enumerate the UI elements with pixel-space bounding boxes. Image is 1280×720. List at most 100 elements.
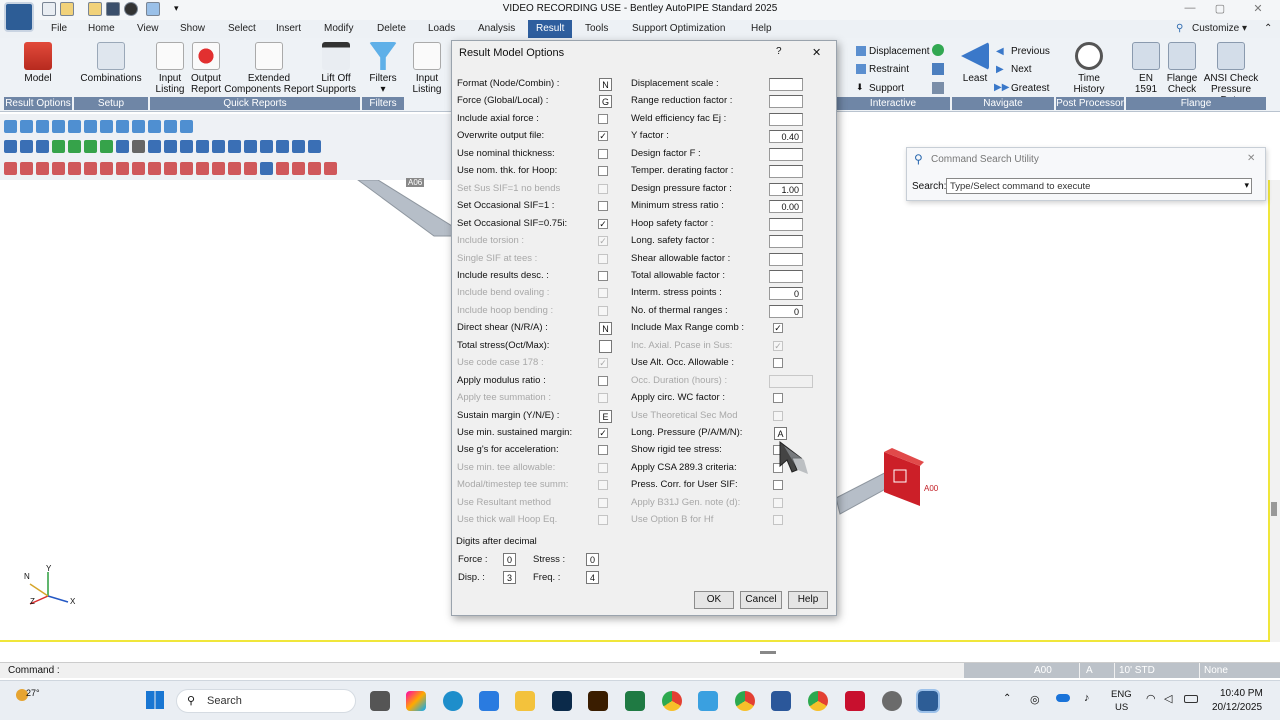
align-icon[interactable] — [20, 119, 33, 133]
vertical-scrollbar[interactable] — [1270, 180, 1280, 642]
zoom-out-icon[interactable] — [20, 139, 33, 153]
arrow-down-icon[interactable] — [100, 139, 113, 153]
zoom-in-icon[interactable] — [4, 139, 17, 153]
snubber-icon[interactable] — [148, 161, 161, 175]
start-icon[interactable] — [146, 691, 164, 709]
right-option-value-field[interactable] — [769, 235, 803, 249]
align-icon[interactable] — [84, 119, 97, 133]
view-icon[interactable] — [276, 139, 289, 153]
tab-analysis[interactable]: Analysis — [478, 23, 515, 34]
load-icon[interactable] — [212, 161, 225, 175]
digits-stress-field[interactable]: 0 — [586, 553, 599, 566]
left-option-checkbox[interactable] — [598, 113, 608, 124]
right-option-value-field[interactable]: 0 — [769, 304, 803, 318]
tab-insert[interactable]: Insert — [276, 23, 301, 34]
print-icon[interactable] — [132, 139, 145, 153]
close-icon[interactable]: ✕ — [812, 46, 821, 59]
tab-delete[interactable]: Delete — [377, 23, 406, 34]
right-option-value-field[interactable] — [769, 147, 803, 161]
right-option-value-field[interactable]: 0 — [769, 287, 803, 301]
right-option-checkbox[interactable]: ✓ — [773, 323, 783, 334]
joint-icon[interactable] — [196, 161, 209, 175]
right-option-value-field[interactable]: 1.00 — [769, 182, 803, 196]
view-icon[interactable] — [196, 139, 209, 153]
zoom-window-icon[interactable] — [36, 139, 49, 153]
search-icon[interactable]: ⚲ — [1176, 23, 1183, 34]
left-option-code-field[interactable] — [599, 339, 612, 353]
view-icon[interactable] — [212, 139, 225, 153]
interactive-settings-icon[interactable] — [932, 63, 944, 75]
frame-icon[interactable] — [276, 161, 289, 175]
digits-force-field[interactable]: 0 — [503, 553, 516, 566]
scrollbar-thumb[interactable] — [1271, 502, 1277, 516]
right-option-value-field[interactable]: 0.00 — [769, 200, 803, 214]
arrow-up-icon[interactable] — [84, 139, 97, 153]
greatest-button[interactable]: Greatest — [1011, 83, 1049, 94]
view-icon[interactable] — [244, 139, 257, 153]
filters-button[interactable]: Filters ▾ — [366, 42, 400, 95]
tab-show[interactable]: Show — [180, 23, 205, 34]
tab-home[interactable]: Home — [88, 23, 115, 34]
left-option-checkbox[interactable]: ✓ — [598, 428, 608, 438]
hanger-icon[interactable] — [132, 161, 145, 175]
align-icon[interactable] — [132, 119, 145, 133]
align-icon[interactable] — [4, 119, 17, 133]
right-option-value-field[interactable] — [769, 165, 803, 179]
arrow-left-icon[interactable] — [52, 139, 65, 153]
water-icon[interactable] — [260, 161, 273, 175]
combinations-button[interactable]: Combinations — [78, 42, 144, 84]
view-icon[interactable] — [228, 139, 241, 153]
previous-button[interactable]: Previous — [1011, 46, 1050, 57]
right-option-value-field[interactable] — [769, 269, 803, 283]
time-history-button[interactable]: Time History — [1064, 42, 1114, 95]
view-icon[interactable] — [148, 139, 161, 153]
volume-icon[interactable]: ◁ — [1164, 692, 1172, 705]
customize-chevron-icon[interactable]: ▾ — [1242, 23, 1247, 34]
digits-disp-field[interactable]: 3 — [503, 571, 516, 584]
wifi-icon[interactable]: ◠ — [1146, 692, 1156, 705]
left-option-checkbox[interactable]: ✓ — [598, 131, 608, 142]
arrow-right-icon[interactable] — [68, 139, 81, 153]
right-option-code-field[interactable]: A — [774, 427, 787, 440]
align-icon[interactable] — [164, 119, 177, 133]
view-icon[interactable] — [292, 139, 305, 153]
left-option-code-field[interactable]: N — [599, 322, 612, 336]
align-icon[interactable] — [148, 119, 161, 133]
beam-icon[interactable] — [180, 161, 193, 175]
anchor-icon[interactable] — [116, 161, 129, 175]
lift-off-supports-button[interactable]: Lift Off Supports — [314, 42, 358, 95]
autopipe-icon[interactable] — [916, 689, 940, 713]
left-option-code-field[interactable]: G — [599, 95, 612, 109]
left-option-checkbox[interactable] — [598, 445, 608, 456]
tab-view[interactable]: View — [137, 23, 159, 34]
left-option-checkbox[interactable] — [598, 270, 608, 281]
digits-freq-field[interactable]: 4 — [586, 571, 599, 584]
customize-menu[interactable]: Customize — [1192, 23, 1239, 34]
app-logo-icon[interactable] — [4, 2, 34, 32]
view-icon[interactable] — [164, 139, 177, 153]
input-listing-2-button[interactable]: Input Listing — [410, 42, 444, 95]
tab-loads[interactable]: Loads — [428, 23, 455, 34]
chrome-icon[interactable] — [735, 691, 755, 711]
align-icon[interactable] — [68, 119, 81, 133]
left-option-code-field[interactable]: E — [599, 409, 612, 423]
least-button[interactable]: Least — [958, 42, 992, 84]
right-option-value-field[interactable] — [769, 252, 803, 266]
left-option-checkbox[interactable] — [598, 148, 608, 159]
minimize-icon[interactable]: — — [1180, 2, 1200, 18]
file-explorer-icon[interactable] — [515, 691, 535, 711]
tab-help[interactable]: Help — [751, 23, 772, 34]
left-option-checkbox[interactable] — [598, 201, 608, 212]
tab-result[interactable]: Result — [528, 20, 573, 38]
tab-support-optimization[interactable]: Support Optimization — [632, 23, 725, 34]
model-button[interactable]: Model — [18, 42, 58, 84]
bend-icon[interactable] — [20, 161, 33, 175]
right-option-value-field[interactable]: 0.40 — [769, 130, 803, 144]
tab-modify[interactable]: Modify — [324, 23, 353, 34]
right-option-checkbox[interactable] — [773, 393, 783, 404]
right-option-value-field[interactable] — [769, 217, 803, 231]
input-listing-button[interactable]: Input Listing — [152, 42, 188, 95]
frame-icon[interactable] — [324, 161, 337, 175]
flange-check-button[interactable]: Flange Check — [1164, 42, 1200, 95]
spring-icon[interactable] — [244, 161, 257, 175]
